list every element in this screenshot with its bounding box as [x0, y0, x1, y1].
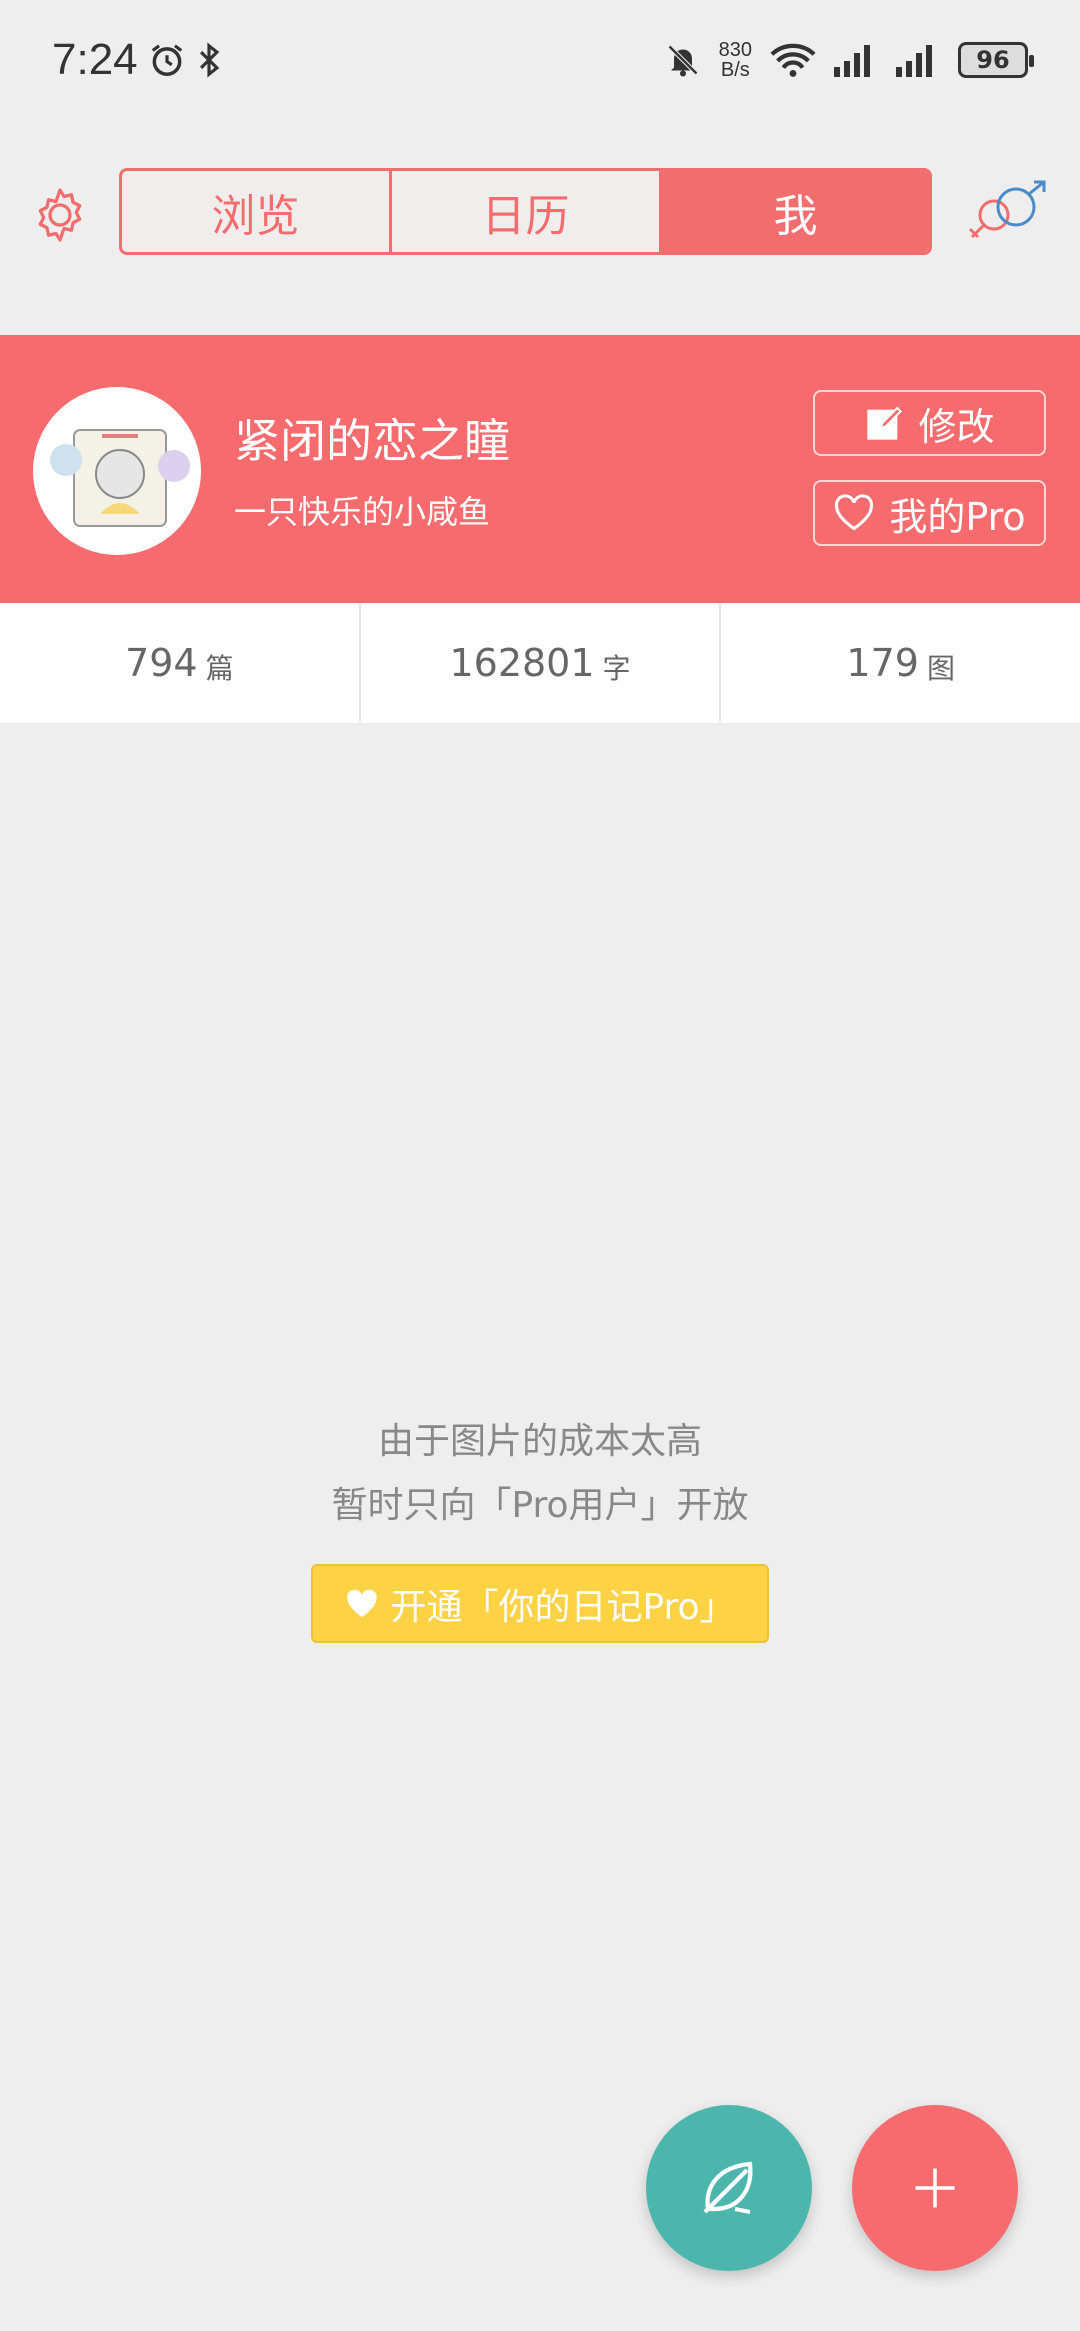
my-pro-label: 我的Pro: [889, 494, 1026, 539]
pro-message-line-2: 暂时只向「Pro用户」开放: [331, 1485, 749, 1526]
my-pro-button[interactable]: 我的Pro: [813, 480, 1046, 546]
stat-words-value: 162801: [449, 641, 595, 685]
stat-entries[interactable]: 794 篇: [0, 603, 359, 723]
wifi-icon: [770, 43, 816, 77]
avatar-image: [36, 390, 198, 552]
status-left: 7:24: [52, 35, 222, 85]
tab-me[interactable]: 我: [659, 171, 929, 252]
user-bio: 一只快乐的小咸鱼: [234, 493, 491, 531]
edit-label: 修改: [918, 404, 995, 449]
net-speed: 830 B/s: [719, 40, 752, 80]
profile-header: 紧闭的恋之瞳 一只快乐的小咸鱼 修改 我的Pro: [0, 335, 1080, 603]
leaf-fab-button[interactable]: [646, 2105, 812, 2271]
add-entry-button[interactable]: [852, 2105, 1018, 2271]
leaf-icon: [703, 2161, 753, 2215]
status-right: 830 B/s 96: [665, 40, 1034, 80]
alarm-icon: [151, 44, 182, 76]
heart-outline-icon: [835, 494, 874, 531]
stat-words[interactable]: 162801 字: [358, 603, 720, 723]
status-bar: 7:24 830 B/s 96: [0, 0, 1080, 120]
net-speed-value: 830: [718, 39, 752, 61]
username: 紧闭的恋之瞳: [234, 414, 510, 468]
tab-bar: 浏览 日历 我: [119, 168, 932, 255]
stat-entries-value: 794: [125, 641, 198, 685]
heart-icon: [347, 1589, 378, 1617]
bluetooth-icon: [199, 42, 219, 78]
stat-images-unit: 图: [926, 652, 955, 685]
battery-indicator: 96: [958, 42, 1034, 78]
plus-icon: [915, 2168, 955, 2208]
stat-images-value: 179: [846, 641, 919, 685]
status-time: 7:24: [52, 35, 138, 84]
edit-icon: [867, 406, 903, 440]
stat-words-unit: 字: [602, 652, 631, 685]
net-speed-unit: B/s: [720, 59, 750, 81]
signal-icon-2: [896, 45, 932, 77]
stat-images[interactable]: 179 图: [719, 603, 1080, 723]
open-pro-label: 开通「你的日记Pro」: [390, 1586, 736, 1628]
stats-row: 794 篇 162801 字 179 图: [0, 603, 1080, 723]
signal-icon-1: [834, 45, 870, 77]
pro-message-line-1: 由于图片的成本太高: [377, 1421, 702, 1462]
tab-calendar[interactable]: 日历: [389, 171, 659, 252]
tab-browse[interactable]: 浏览: [122, 171, 389, 252]
pro-only-message: 由于图片的成本太高 暂时只向「Pro用户」开放: [0, 1410, 1080, 1538]
avatar[interactable]: [33, 387, 201, 555]
edit-profile-button[interactable]: 修改: [813, 390, 1046, 456]
stat-entries-unit: 篇: [205, 652, 234, 685]
mute-bell-icon: [667, 44, 698, 77]
top-bar: 浏览 日历 我: [0, 165, 1080, 260]
open-pro-button[interactable]: 开通「你的日记Pro」: [311, 1564, 769, 1643]
gear-icon[interactable]: [30, 185, 90, 245]
gender-icon[interactable]: [964, 177, 1054, 247]
